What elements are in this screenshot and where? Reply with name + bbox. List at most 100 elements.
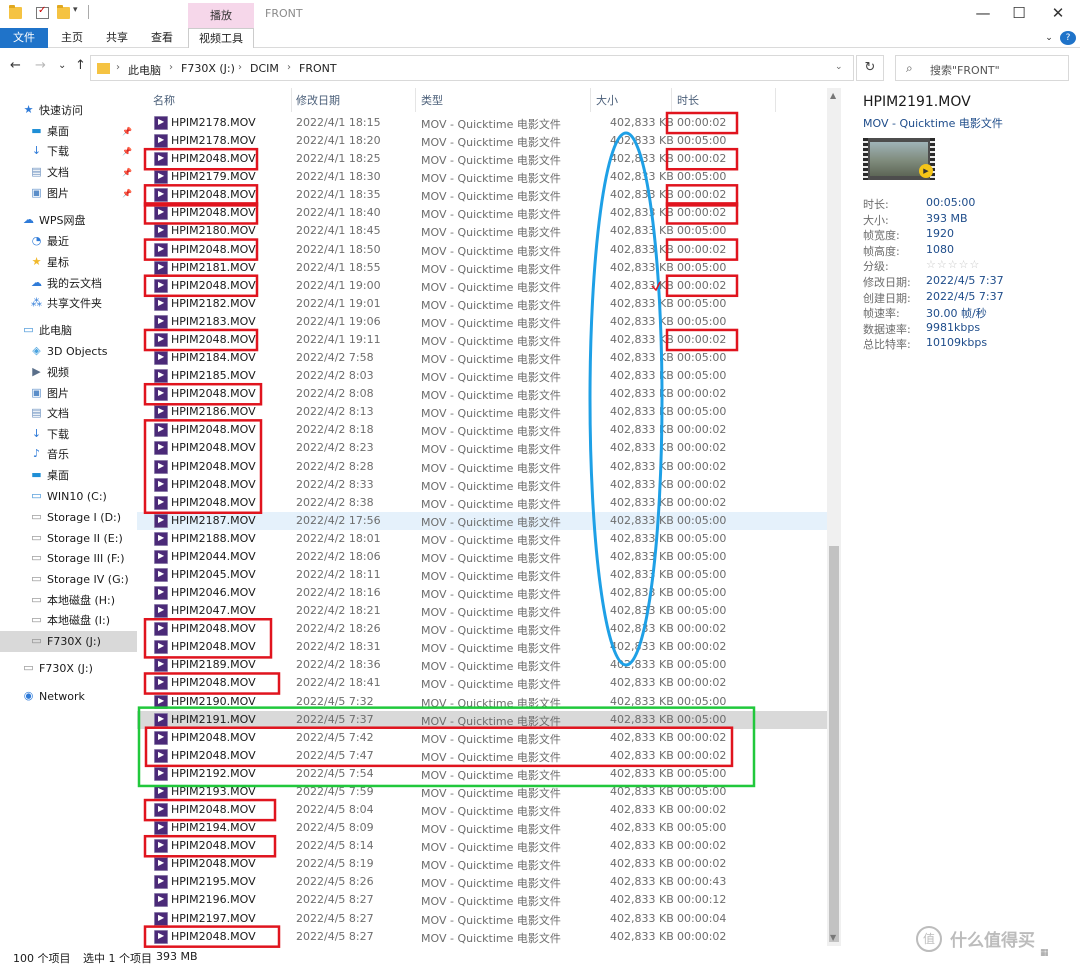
breadcrumb-dcim[interactable]: DCIM [250,62,279,75]
file-row[interactable]: HPIM2048.MOV 2022/4/1 18:25 MOV - Quicktim… [137,150,827,168]
file-row[interactable]: HPIM2048.MOV 2022/4/2 8:23 MOV - Quicktime… [137,439,827,457]
rating-stars[interactable]: ☆☆☆☆☆ [926,258,980,271]
breadcrumb-front[interactable]: FRONT [299,62,337,75]
tab-file[interactable]: 文件 [0,28,48,48]
file-row[interactable]: HPIM2048.MOV 2022/4/5 8:19 MOV - Quicktime… [137,855,827,873]
sidebar-item[interactable]: ▤ 文档 📌 [0,162,137,183]
file-row[interactable]: HPIM2181.MOV 2022/4/1 18:55 MOV - Quicktim… [137,259,827,277]
sidebar-item[interactable]: ▭ Storage III (F:) [0,548,137,569]
file-row[interactable]: HPIM2190.MOV 2022/4/5 7:32 MOV - Quicktime… [137,693,827,711]
search-box[interactable]: ⌕ 搜索"FRONT" [895,55,1069,81]
sidebar-item[interactable]: ▭ F730X (J:) [0,631,137,652]
folder-icon[interactable] [9,5,22,19]
file-row[interactable]: HPIM2048.MOV 2022/4/5 8:27 MOV - Quicktime… [137,928,827,946]
column-size[interactable]: 大小 [596,92,618,108]
file-row[interactable]: HPIM2183.MOV 2022/4/1 19:06 MOV - Quicktim… [137,313,827,331]
file-row[interactable]: HPIM2048.MOV 2022/4/1 18:40 MOV - Quicktim… [137,204,827,222]
sidebar-item[interactable]: ◔ 最近 [0,231,137,252]
close-button[interactable]: ✕ [1040,2,1076,26]
sidebar-item[interactable]: ↓ 下载 [0,424,137,445]
tab-view[interactable]: 查看 [142,28,182,48]
sidebar-item[interactable]: ▣ 图片 [0,383,137,404]
details-view-icon[interactable]: ▦ [1040,948,1049,958]
sidebar-item[interactable]: ◉ Network [0,686,137,707]
tab-share[interactable]: 共享 [97,28,137,48]
file-row[interactable]: HPIM2048.MOV 2022/4/1 19:11 MOV - Quicktim… [137,331,827,349]
file-row[interactable]: HPIM2048.MOV 2022/4/2 18:31 MOV - Quicktim… [137,638,827,656]
file-row[interactable]: HPIM2048.MOV 2022/4/1 18:50 MOV - Quicktim… [137,241,827,259]
sidebar-item[interactable]: ▭ Storage II (E:) [0,528,137,549]
file-row[interactable]: HPIM2187.MOV 2022/4/2 17:56 MOV - Quicktim… [137,511,827,530]
sidebar-item[interactable]: ★ 快速访问 [0,100,137,121]
tab-home[interactable]: 主页 [52,28,92,48]
file-row[interactable]: HPIM2188.MOV 2022/4/2 18:01 MOV - Quicktim… [137,530,827,548]
column-type[interactable]: 类型 [421,92,443,108]
context-tab-play[interactable]: 播放 [188,3,254,28]
chevron-right-icon[interactable]: › [169,62,173,73]
sidebar-item[interactable]: ▶ 视频 [0,362,137,383]
file-row[interactable]: HPIM2197.MOV 2022/4/5 8:27 MOV - Quicktime… [137,910,827,928]
forward-button[interactable]: → [35,58,46,73]
sidebar-item[interactable]: ★ 星标 [0,252,137,273]
chevron-down-icon[interactable]: ⌄ [835,62,843,72]
file-row[interactable]: HPIM2048.MOV 2022/4/1 19:00 MOV - Quicktim… [137,277,827,295]
sidebar-item[interactable]: ▤ 文档 [0,403,137,424]
column-divider[interactable] [671,88,672,112]
file-row[interactable]: HPIM2048.MOV 2022/4/5 8:04 MOV - Quicktime… [137,801,827,819]
column-divider[interactable] [291,88,292,112]
file-row[interactable]: HPIM2192.MOV 2022/4/5 7:54 MOV - Quicktime… [137,765,827,783]
vertical-scrollbar[interactable]: ▲ ▼ [827,88,841,946]
back-button[interactable]: ← [10,58,21,73]
file-row[interactable]: HPIM2180.MOV 2022/4/1 18:45 MOV - Quicktim… [137,222,827,240]
sidebar-item[interactable]: ▭ Storage I (D:) [0,507,137,528]
minimize-button[interactable]: — [965,2,1001,26]
pin-icon[interactable]: 📌 [122,162,132,183]
file-row[interactable]: HPIM2196.MOV 2022/4/5 8:27 MOV - Quicktime… [137,891,827,909]
pin-icon[interactable]: 📌 [122,121,132,142]
sidebar-item[interactable]: ♪ 音乐 [0,444,137,465]
file-row[interactable]: HPIM2193.MOV 2022/4/5 7:59 MOV - Quicktime… [137,783,827,801]
file-row[interactable]: HPIM2046.MOV 2022/4/2 18:16 MOV - Quicktim… [137,584,827,602]
search-input[interactable]: 搜索"FRONT" [930,62,1000,78]
sidebar-item[interactable]: ▭ 本地磁盘 (I:) [0,610,137,631]
sidebar-item[interactable]: ◈ 3D Objects [0,341,137,362]
file-row[interactable]: HPIM2191.MOV 2022/4/5 7:37 MOV - Quicktime… [137,710,827,729]
column-divider[interactable] [590,88,591,112]
file-row[interactable]: HPIM2195.MOV 2022/4/5 8:26 MOV - Quicktime… [137,873,827,891]
sidebar-item[interactable]: ⁂ 共享文件夹 [0,293,137,314]
sidebar-item[interactable]: ▬ 桌面 📌 [0,121,137,142]
breadcrumb-this-pc[interactable]: 此电脑 [128,62,161,78]
sidebar-item[interactable]: ▣ 图片 📌 [0,183,137,204]
file-row[interactable]: HPIM2184.MOV 2022/4/2 7:58 MOV - Quicktime… [137,349,827,367]
scroll-down-icon[interactable]: ▼ [830,933,836,942]
breadcrumb-drive[interactable]: F730X (J:) [181,62,235,75]
file-row[interactable]: HPIM2048.MOV 2022/4/2 8:08 MOV - Quicktime… [137,385,827,403]
chevron-right-icon[interactable]: › [116,62,120,73]
file-row[interactable]: HPIM2048.MOV 2022/4/1 18:35 MOV - Quicktim… [137,186,827,204]
chevron-right-icon[interactable]: › [287,62,291,73]
file-row[interactable]: HPIM2045.MOV 2022/4/2 18:11 MOV - Quicktim… [137,566,827,584]
pin-icon[interactable]: 📌 [122,183,132,204]
file-row[interactable]: HPIM2189.MOV 2022/4/2 18:36 MOV - Quicktim… [137,656,827,674]
file-row[interactable]: HPIM2048.MOV 2022/4/2 18:41 MOV - Quicktim… [137,674,827,692]
up-button[interactable]: ↑ [75,58,86,73]
file-row[interactable]: HPIM2044.MOV 2022/4/2 18:06 MOV - Quicktim… [137,548,827,566]
sidebar-item[interactable]: ▭ F730X (J:) [0,658,137,679]
column-name[interactable]: 名称 [153,92,175,108]
sidebar-item[interactable]: ▭ Storage IV (G:) [0,569,137,590]
file-row[interactable]: HPIM2179.MOV 2022/4/1 18:30 MOV - Quicktim… [137,168,827,186]
column-divider[interactable] [415,88,416,112]
file-row[interactable]: HPIM2186.MOV 2022/4/2 8:13 MOV - Quicktime… [137,403,827,421]
sidebar-item[interactable]: ▭ 本地磁盘 (H:) [0,590,137,611]
sidebar-item[interactable]: ☁ 我的云文档 [0,273,137,294]
address-bar[interactable]: › 此电脑 › F730X (J:) › DCIM › FRONT ⌄ [90,55,854,81]
file-row[interactable]: HPIM2178.MOV 2022/4/1 18:15 MOV - Quicktim… [137,114,827,132]
recent-locations-button[interactable]: ⌄ [58,60,66,71]
file-row[interactable]: HPIM2048.MOV 2022/4/2 18:26 MOV - Quicktim… [137,620,827,638]
file-row[interactable]: HPIM2048.MOV 2022/4/5 8:14 MOV - Quicktime… [137,837,827,855]
file-row[interactable]: HPIM2047.MOV 2022/4/2 18:21 MOV - Quicktim… [137,602,827,620]
refresh-button[interactable]: ↻ [856,55,884,81]
new-folder-icon[interactable] [57,5,70,19]
column-duration[interactable]: 时长 [677,92,699,108]
expand-ribbon-icon[interactable]: ⌄ [1040,28,1058,48]
